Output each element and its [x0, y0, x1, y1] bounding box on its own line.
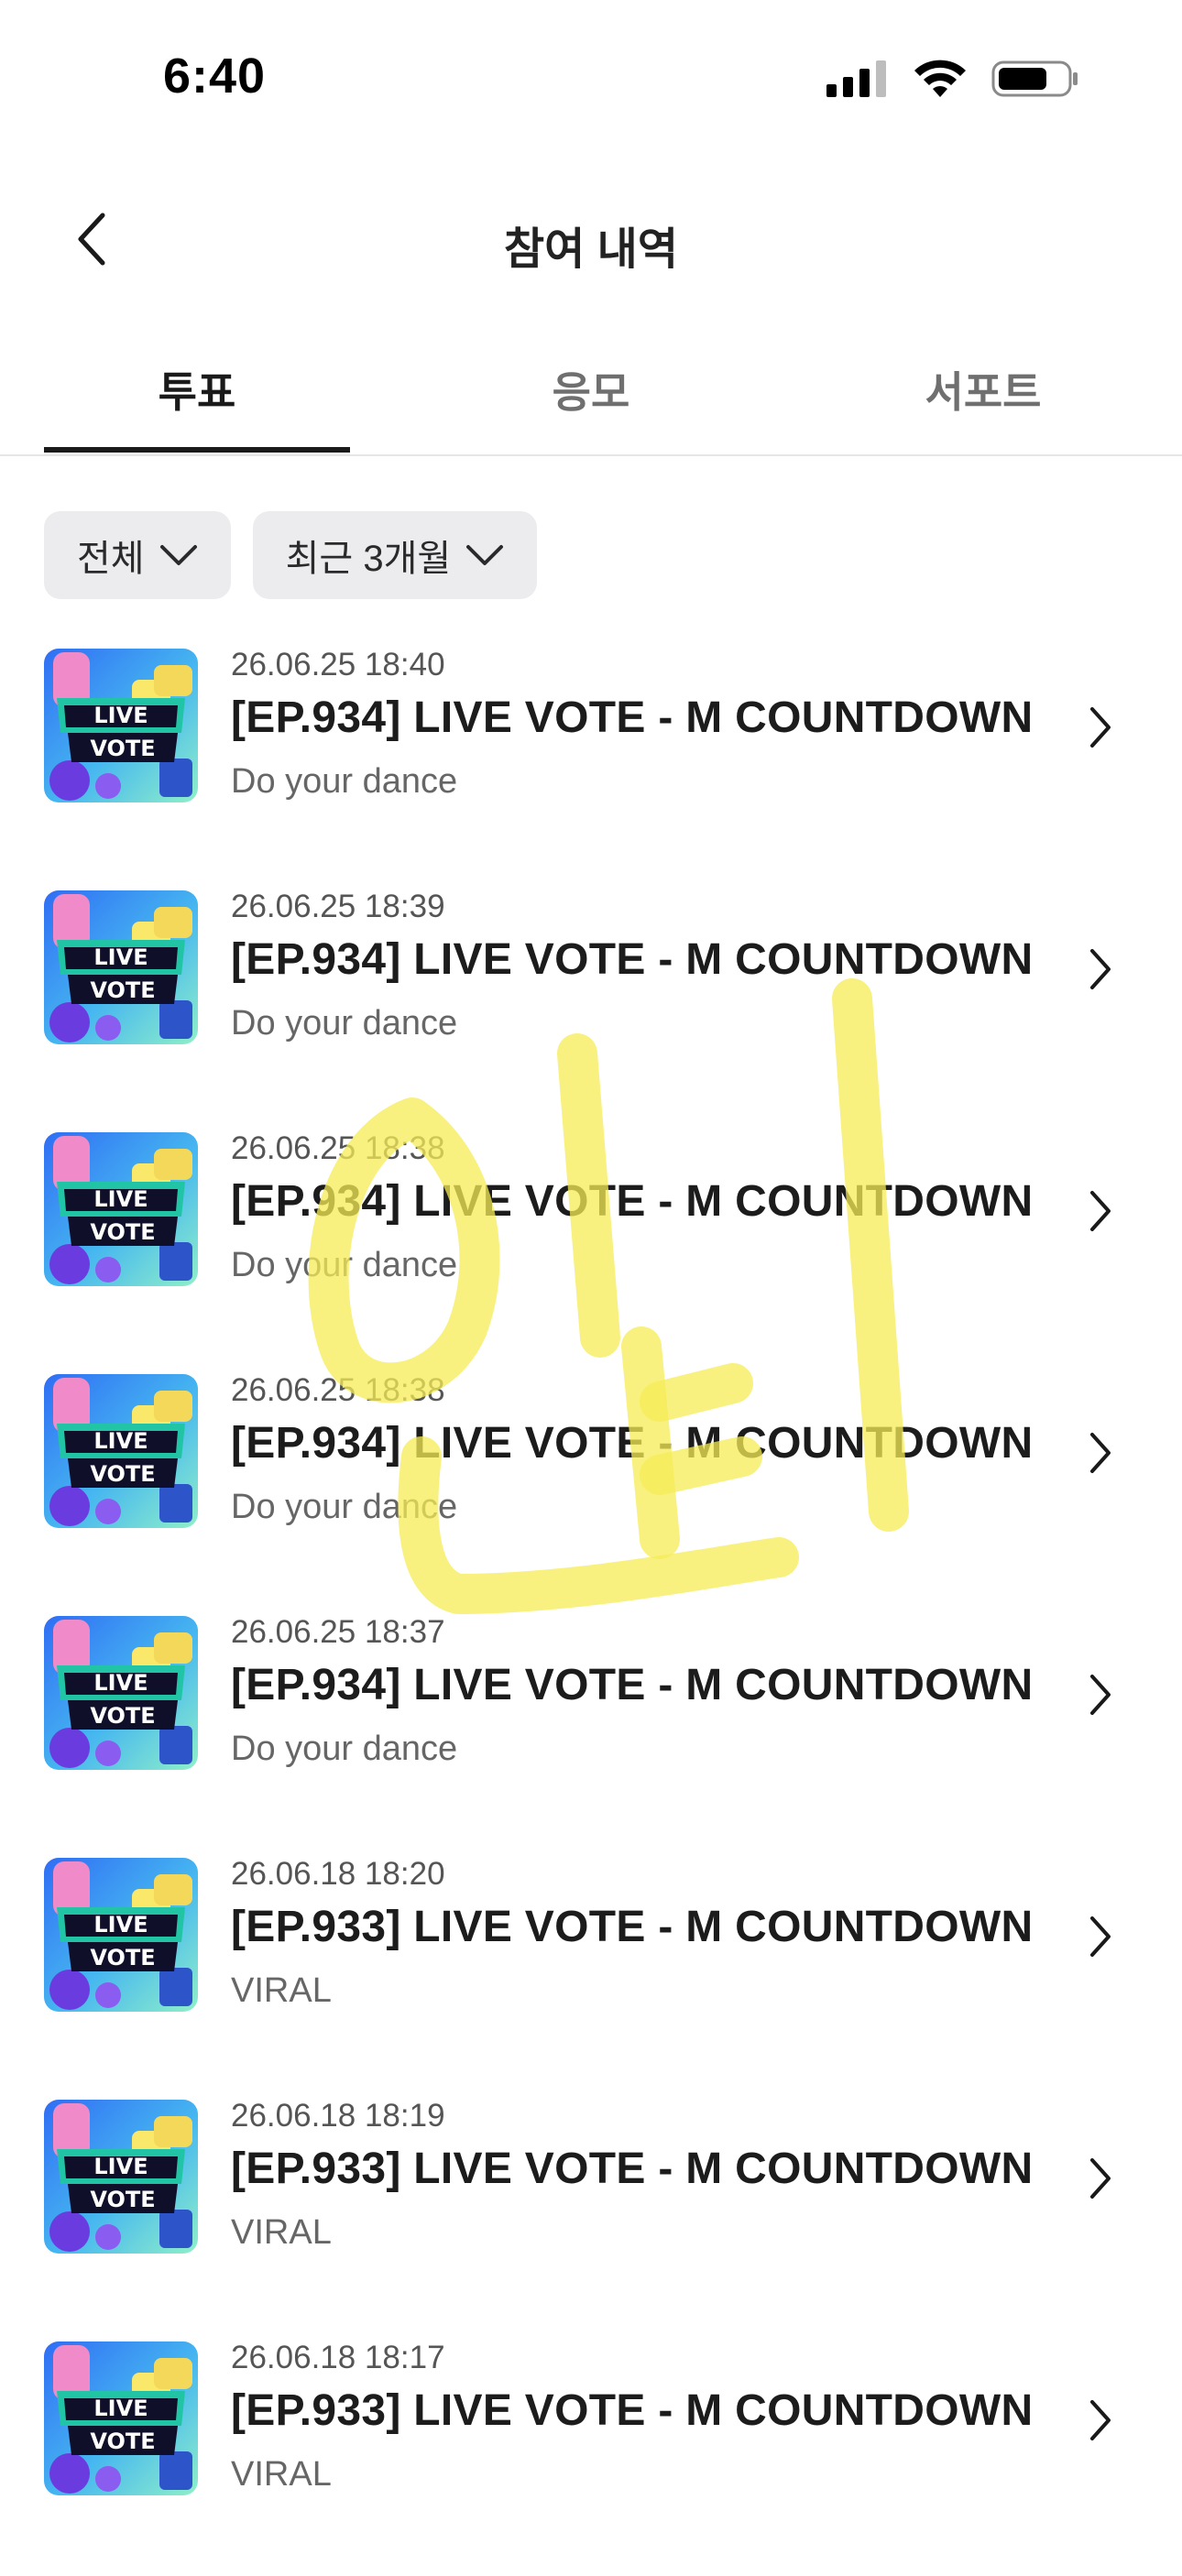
thumbnail-vote-text: VOTE: [90, 1461, 155, 1487]
thumbnail-live-text: LIVE: [93, 1912, 148, 1937]
list-item[interactable]: LIVE VOTE 26.06.25 18:40 [EP.934] LIVE V…: [0, 641, 1182, 883]
item-title: [EP.934] LIVE VOTE - M COUNTDOWN: [231, 1177, 1034, 1226]
item-subtitle: VIRAL: [231, 1971, 332, 2010]
item-subtitle: Do your dance: [231, 1488, 458, 1526]
vote-thumbnail: LIVE VOTE: [44, 1132, 198, 1286]
category-filter-dropdown[interactable]: 전체: [44, 511, 231, 599]
status-bar: 6:40: [0, 0, 1182, 156]
vote-thumbnail: LIVE VOTE: [44, 2341, 198, 2495]
status-time: 6:40: [163, 49, 267, 104]
vote-thumbnail: LIVE VOTE: [44, 1616, 198, 1770]
tab-support[interactable]: 서포트: [832, 359, 1134, 420]
active-tab-indicator: [44, 447, 350, 453]
list-item[interactable]: LIVE VOTE 26.06.25 18:38 [EP.934] LIVE V…: [0, 1125, 1182, 1367]
tab-vote[interactable]: 투표: [46, 359, 348, 420]
item-title: [EP.933] LIVE VOTE - M COUNTDOWN: [231, 1903, 1034, 1951]
chevron-right-icon: [1090, 1191, 1111, 1231]
tab-apply[interactable]: 응모: [440, 359, 742, 420]
wifi-icon: [914, 60, 966, 97]
item-title: [EP.933] LIVE VOTE - M COUNTDOWN: [231, 2145, 1034, 2193]
chevron-right-icon: [1090, 1675, 1111, 1715]
item-date: 26.06.25 18:37: [231, 1614, 445, 1650]
thumbnail-live-text: LIVE: [93, 1186, 148, 1212]
thumbnail-live-text: LIVE: [93, 2396, 148, 2421]
thumbnail-vote-text: VOTE: [90, 1945, 155, 1970]
item-title: [EP.934] LIVE VOTE - M COUNTDOWN: [231, 693, 1034, 742]
chevron-right-icon: [1090, 1433, 1111, 1473]
chevron-down-icon: [159, 545, 197, 565]
item-title: [EP.934] LIVE VOTE - M COUNTDOWN: [231, 935, 1034, 984]
item-subtitle: Do your dance: [231, 1246, 458, 1284]
chevron-down-icon: [466, 545, 504, 565]
vote-thumbnail: LIVE VOTE: [44, 1374, 198, 1528]
page-title: 참여 내역: [504, 225, 678, 274]
item-subtitle: VIRAL: [231, 2213, 332, 2252]
item-subtitle: Do your dance: [231, 1004, 458, 1042]
tab-bar: 투표 응모 서포트: [0, 339, 1182, 456]
chevron-right-icon: [1090, 707, 1111, 748]
nav-bar: 참여 내역: [0, 174, 1182, 302]
chevron-right-icon: [1090, 2158, 1111, 2199]
thumbnail-live-text: LIVE: [93, 1670, 148, 1696]
item-date: 26.06.18 18:20: [231, 1856, 445, 1892]
item-title: [EP.933] LIVE VOTE - M COUNTDOWN: [231, 2386, 1034, 2435]
thumbnail-vote-text: VOTE: [90, 1703, 155, 1729]
thumbnail-vote-text: VOTE: [90, 2429, 155, 2454]
thumbnail-live-text: LIVE: [93, 1428, 148, 1454]
chevron-right-icon: [1090, 949, 1111, 989]
chevron-right-icon: [1090, 2400, 1111, 2440]
thumbnail-vote-text: VOTE: [90, 977, 155, 1003]
item-subtitle: VIRAL: [231, 2455, 332, 2494]
item-date: 26.06.25 18:40: [231, 647, 445, 682]
item-title: [EP.934] LIVE VOTE - M COUNTDOWN: [231, 1661, 1034, 1709]
item-title: [EP.934] LIVE VOTE - M COUNTDOWN: [231, 1419, 1034, 1468]
thumbnail-live-text: LIVE: [93, 2154, 148, 2179]
list-item[interactable]: LIVE VOTE 26.06.18 18:19 [EP.933] LIVE V…: [0, 2092, 1182, 2334]
item-date: 26.06.25 18:39: [231, 889, 445, 924]
cellular-signal-icon: [826, 60, 886, 97]
battery-icon: [991, 60, 1078, 97]
list-item[interactable]: LIVE VOTE 26.06.18 18:20 [EP.933] LIVE V…: [0, 1850, 1182, 2092]
period-filter-label: 최근 3개월: [285, 539, 452, 579]
thumbnail-vote-text: VOTE: [90, 2187, 155, 2212]
filter-bar: 전체 최근 3개월: [44, 511, 538, 599]
vote-thumbnail: LIVE VOTE: [44, 1858, 198, 2012]
item-date: 26.06.18 18:17: [231, 2340, 445, 2375]
period-filter-dropdown[interactable]: 최근 3개월: [252, 511, 538, 599]
thumbnail-vote-text: VOTE: [90, 736, 155, 761]
thumbnail-live-text: LIVE: [93, 703, 148, 728]
list-item[interactable]: LIVE VOTE 26.06.25 18:37 [EP.934] LIVE V…: [0, 1609, 1182, 1850]
category-filter-label: 전체: [77, 539, 145, 579]
item-subtitle: Do your dance: [231, 762, 458, 801]
thumbnail-vote-text: VOTE: [90, 1219, 155, 1245]
vote-thumbnail: LIVE VOTE: [44, 2100, 198, 2254]
list-item[interactable]: LIVE VOTE 26.06.25 18:38 [EP.934] LIVE V…: [0, 1367, 1182, 1609]
list-item[interactable]: LIVE VOTE 26.06.18 18:17 [EP.933] LIVE V…: [0, 2334, 1182, 2576]
item-subtitle: Do your dance: [231, 1730, 458, 1768]
item-date: 26.06.25 18:38: [231, 1130, 445, 1166]
vote-thumbnail: LIVE VOTE: [44, 649, 198, 802]
item-date: 26.06.18 18:19: [231, 2098, 445, 2134]
item-date: 26.06.25 18:38: [231, 1372, 445, 1408]
status-icons: [826, 59, 1079, 99]
chevron-right-icon: [1090, 1916, 1111, 1957]
thumbnail-live-text: LIVE: [93, 944, 148, 970]
list-item[interactable]: LIVE VOTE 26.06.25 18:39 [EP.934] LIVE V…: [0, 883, 1182, 1125]
vote-thumbnail: LIVE VOTE: [44, 890, 198, 1044]
